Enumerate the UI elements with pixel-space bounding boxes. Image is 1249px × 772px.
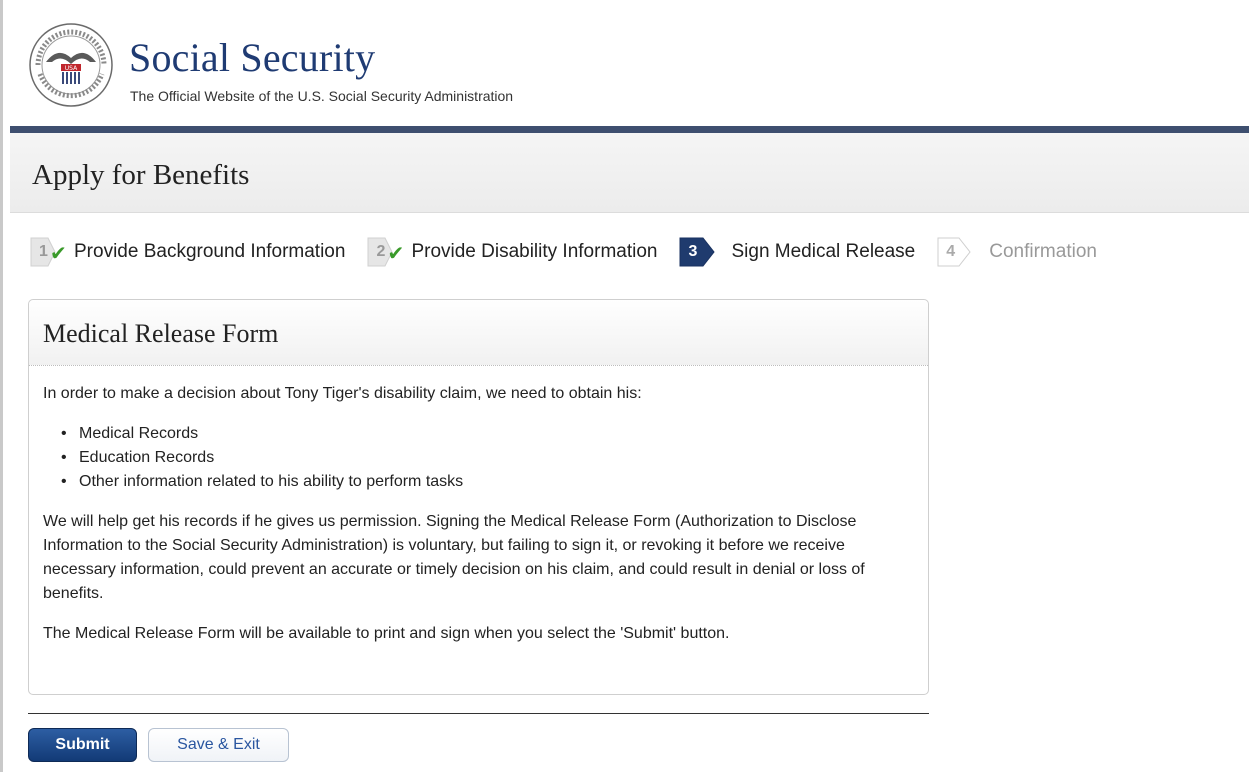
submit-note: The Medical Release Form will be availab… xyxy=(43,625,730,642)
records-list: Medical Records Education Records Other … xyxy=(61,422,914,494)
panel-header: Medical Release Form xyxy=(29,300,928,366)
step-number: 3 xyxy=(688,243,698,260)
step-4-badge: 4 xyxy=(937,235,975,269)
actions-divider xyxy=(28,713,929,714)
list-item: Medical Records xyxy=(61,422,914,446)
step-number: 1 xyxy=(39,243,48,260)
list-item: Other information related to his ability… xyxy=(61,470,914,494)
list-item: Education Records xyxy=(61,446,914,470)
step-2: 2 ✔ Provide Disability Information xyxy=(367,235,657,269)
site-title[interactable]: Social Security xyxy=(129,34,375,81)
step-3-badge: 3 xyxy=(679,235,717,269)
step-3: 3 Sign Medical Release xyxy=(679,235,915,269)
site-header: USA Social Security The Official Website… xyxy=(10,0,1249,127)
checkmark-icon: ✔ xyxy=(50,243,67,265)
permission-paragraph: We will help get his records if he gives… xyxy=(43,513,865,602)
step-chip-icon xyxy=(679,237,716,267)
svg-text:USA: USA xyxy=(65,65,78,72)
step-2-badge: 2 ✔ xyxy=(367,235,405,269)
step-1: 1 ✔ Provide Background Information xyxy=(30,235,345,269)
page-title: Apply for Benefits xyxy=(32,159,250,191)
step-label: Sign Medical Release xyxy=(731,241,916,262)
ssa-seal-icon: USA xyxy=(29,23,113,107)
step-1-badge: 1 ✔ xyxy=(30,235,68,269)
medical-release-panel: Medical Release Form In order to make a … xyxy=(28,299,929,695)
page-title-band: Apply for Benefits xyxy=(10,133,1249,213)
panel-body: In order to make a decision about Tony T… xyxy=(29,366,928,646)
step-number: 4 xyxy=(946,243,956,260)
submit-button[interactable]: Submit xyxy=(28,728,137,762)
step-label: Provide Background Information xyxy=(74,241,346,262)
step-4: 4 Confirmation xyxy=(937,235,1097,269)
checkmark-icon: ✔ xyxy=(387,243,405,265)
progress-steps: 1 ✔ Provide Background Information 2 ✔ P… xyxy=(30,232,1119,272)
step-number: 2 xyxy=(376,243,386,260)
panel-title: Medical Release Form xyxy=(43,319,279,348)
site-tagline: The Official Website of the U.S. Social … xyxy=(130,88,514,104)
intro-text: In order to make a decision about Tony T… xyxy=(43,385,642,402)
header-accent-bar xyxy=(10,126,1249,133)
save-exit-button[interactable]: Save & Exit xyxy=(148,728,289,762)
window-left-edge xyxy=(0,0,10,772)
step-label: Provide Disability Information xyxy=(411,241,658,262)
step-label: Confirmation xyxy=(989,241,1097,262)
step-chip-icon xyxy=(937,237,971,267)
